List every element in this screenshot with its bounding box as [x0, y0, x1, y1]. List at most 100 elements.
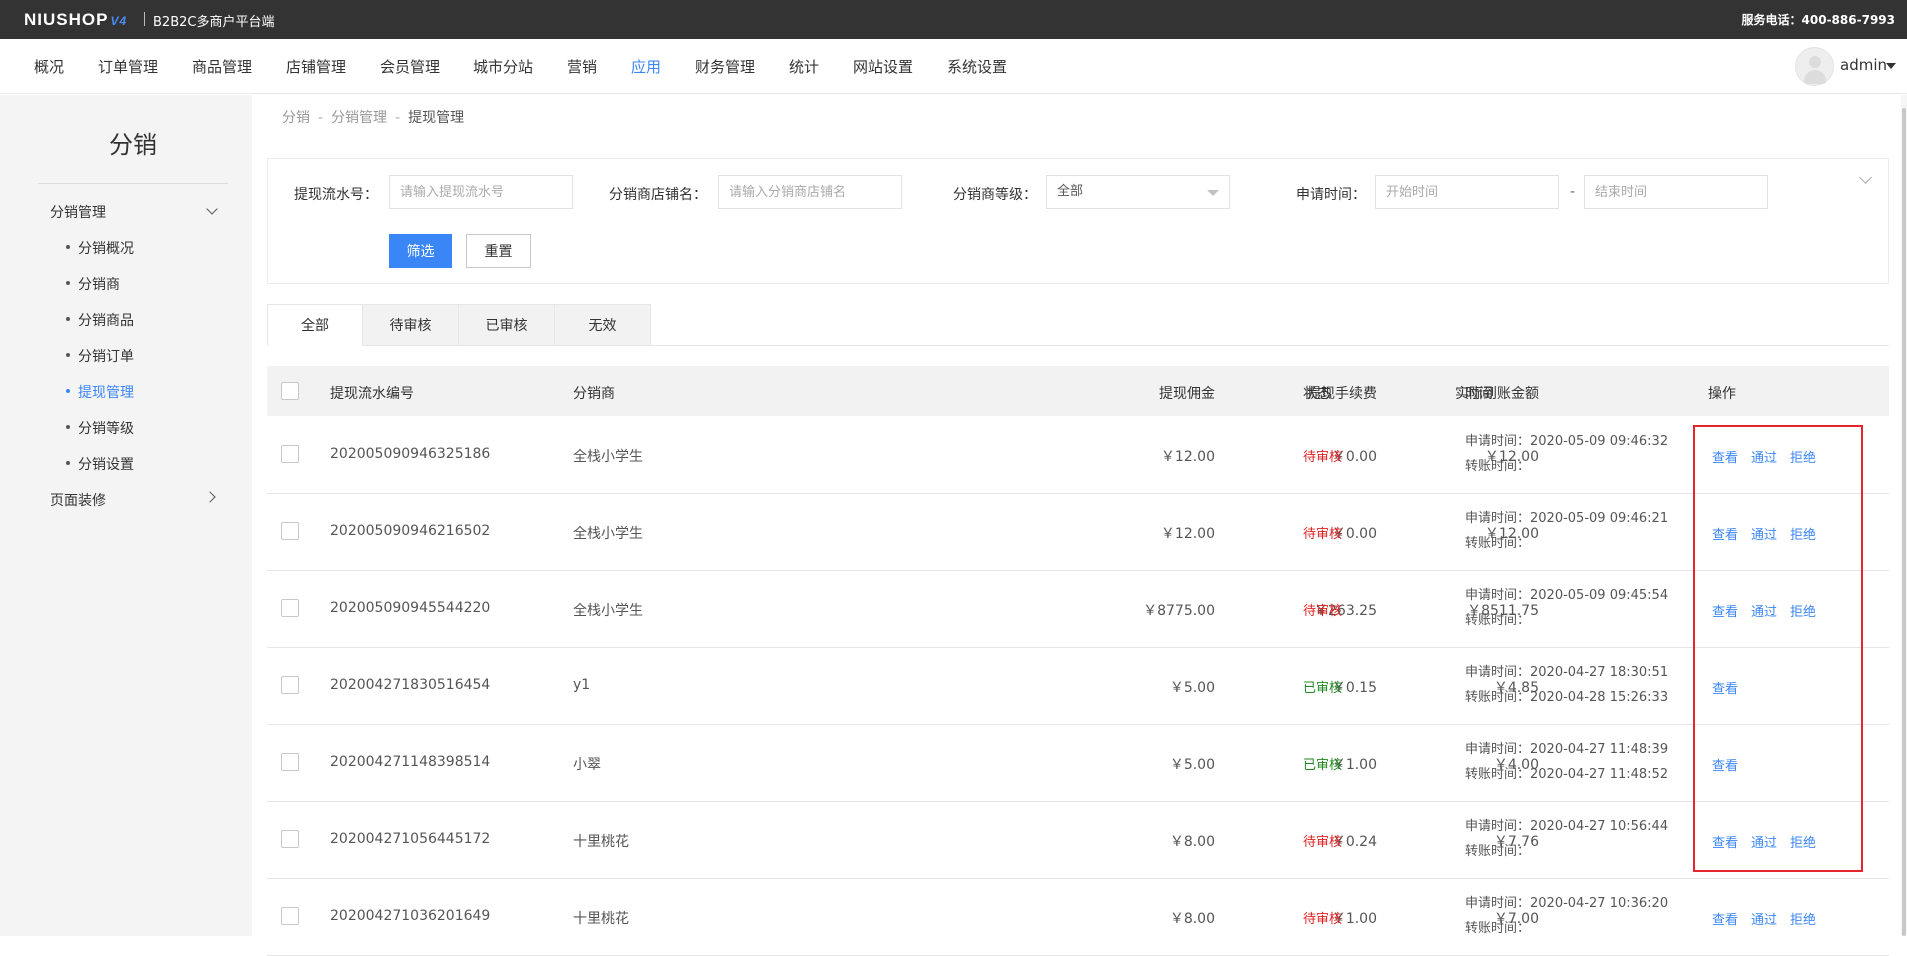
select-all-checkbox[interactable]	[281, 382, 299, 400]
chevron-right-icon[interactable]	[204, 491, 216, 503]
nav-item-city-sites[interactable]: 城市分站	[473, 56, 533, 77]
commission-amount: ￥12.00	[1160, 526, 1215, 542]
sidebar-item-distributors[interactable]: 分销商	[66, 274, 120, 294]
end-time-input[interactable]	[1584, 175, 1768, 209]
tab-pending[interactable]: 待审核	[363, 304, 459, 346]
nav-item-marketing[interactable]: 营销	[567, 56, 597, 77]
nav-item-orders[interactable]: 订单管理	[98, 56, 158, 77]
tab-approved[interactable]: 已审核	[459, 304, 555, 346]
status-badge: 已审核	[1303, 681, 1343, 696]
apply-time-prefix: 申请时间：	[1465, 819, 1531, 834]
serial-input[interactable]	[389, 175, 573, 209]
breadcrumb-item[interactable]: 分销	[282, 110, 310, 126]
commission-amount: ￥12.00	[1160, 449, 1215, 465]
view-link[interactable]: 查看	[1712, 524, 1738, 543]
sidebar-item-settings[interactable]: 分销设置	[66, 454, 134, 474]
tab-all[interactable]: 全部	[267, 304, 363, 346]
row-checkbox[interactable]	[281, 522, 299, 540]
serial-number: 202004271056445172	[330, 831, 491, 847]
row-checkbox[interactable]	[281, 599, 299, 617]
dropdown-arrow-icon	[1207, 190, 1219, 196]
nav-item-system-settings[interactable]: 系统设置	[947, 56, 1007, 77]
sidebar-item-levels[interactable]: 分销等级	[66, 418, 134, 438]
nav-item-site-settings[interactable]: 网站设置	[853, 56, 913, 77]
reject-link[interactable]: 拒绝	[1790, 601, 1816, 620]
breadcrumb-separator: -	[318, 110, 324, 126]
bullet-icon	[66, 281, 70, 285]
filter-button[interactable]: 筛选	[389, 234, 452, 268]
user-name[interactable]: admin	[1840, 56, 1887, 74]
reject-link[interactable]: 拒绝	[1790, 832, 1816, 851]
nav-item-goods[interactable]: 商品管理	[192, 56, 252, 77]
serial-number: 202004271148398514	[330, 754, 491, 770]
approve-link[interactable]: 通过	[1751, 832, 1777, 851]
row-checkbox[interactable]	[281, 830, 299, 848]
nav-item-finance[interactable]: 财务管理	[695, 56, 755, 77]
transfer-time: 转账时间：	[1465, 531, 1530, 556]
sidebar-item-goods[interactable]: 分销商品	[66, 310, 134, 330]
transfer-time: 转账时间：	[1465, 608, 1530, 633]
shop-name-input[interactable]	[718, 175, 902, 209]
transfer-time-prefix: 转账时间：	[1465, 459, 1531, 474]
view-link[interactable]: 查看	[1712, 755, 1738, 774]
reject-link[interactable]: 拒绝	[1790, 909, 1816, 928]
logo[interactable]: NIUSHOP V4	[24, 10, 127, 30]
logo-divider	[144, 12, 145, 26]
approve-link[interactable]: 通过	[1751, 524, 1777, 543]
reject-link[interactable]: 拒绝	[1790, 447, 1816, 466]
avatar[interactable]	[1795, 47, 1834, 86]
nav-item-stats[interactable]: 统计	[789, 56, 819, 77]
tab-invalid[interactable]: 无效	[555, 304, 651, 346]
status-badge: 已审核	[1303, 758, 1343, 773]
breadcrumb-separator: -	[395, 110, 401, 126]
view-link[interactable]: 查看	[1712, 601, 1738, 620]
apply-time-value: 2020-04-27 10:36:20	[1530, 896, 1669, 911]
view-link[interactable]: 查看	[1712, 678, 1738, 697]
nav-item-shops[interactable]: 店铺管理	[286, 56, 346, 77]
table-row: 202005090946325186 全栈小学生 ￥12.00 ￥0.00 ￥12.00…	[267, 417, 1889, 494]
row-checkbox[interactable]	[281, 907, 299, 925]
distributor-name: 十里桃花	[573, 911, 629, 927]
commission-amount: ￥8.00	[1169, 834, 1215, 850]
view-link[interactable]: 查看	[1712, 447, 1738, 466]
chevron-down-icon[interactable]	[1886, 63, 1896, 69]
reset-button[interactable]: 重置	[466, 234, 531, 268]
chevron-down-icon[interactable]	[206, 203, 218, 215]
collapse-chevron-icon[interactable]	[1859, 171, 1872, 184]
sidebar-item-overview[interactable]: 分销概况	[66, 238, 134, 258]
sidebar-group-page-decoration[interactable]: 页面装修	[50, 490, 106, 510]
nav-item-members[interactable]: 会员管理	[380, 56, 440, 77]
reject-link[interactable]: 拒绝	[1790, 524, 1816, 543]
scrollbar-thumb[interactable]	[1902, 108, 1906, 936]
sidebar-item-orders[interactable]: 分销订单	[66, 346, 134, 366]
bullet-icon	[66, 353, 70, 357]
header-serial: 提现流水编号	[330, 386, 414, 402]
view-link[interactable]: 查看	[1712, 832, 1738, 851]
header-actions: 操作	[1708, 386, 1736, 402]
row-checkbox[interactable]	[281, 445, 299, 463]
sidebar-item-withdrawals[interactable]: 提现管理	[66, 382, 134, 402]
nav-item-overview[interactable]: 概况	[34, 56, 64, 77]
apply-time-value: 2020-04-27 10:56:44	[1530, 819, 1669, 834]
header-status: 状态	[1303, 386, 1331, 402]
bullet-icon	[66, 317, 70, 321]
table-row: 202004271148398514 小翠 ￥5.00 ￥1.00 ￥4.00 已审核 申请…	[267, 725, 1889, 802]
transfer-time-value: 2020-04-28 15:26:33	[1530, 690, 1669, 705]
apply-time-value: 2020-05-09 09:46:21	[1530, 511, 1669, 526]
approve-link[interactable]: 通过	[1751, 909, 1777, 928]
row-checkbox[interactable]	[281, 753, 299, 771]
approve-link[interactable]: 通过	[1751, 447, 1777, 466]
approve-link[interactable]: 通过	[1751, 601, 1777, 620]
status-badge: 待审核	[1303, 527, 1343, 542]
breadcrumb-item[interactable]: 分销管理	[331, 110, 387, 126]
row-checkbox[interactable]	[281, 676, 299, 694]
view-link[interactable]: 查看	[1712, 909, 1738, 928]
breadcrumb: 分销 - 分销管理 - 提现管理	[282, 107, 464, 127]
serial-number: 202005090946325186	[330, 446, 491, 462]
level-select[interactable]: 全部	[1046, 175, 1230, 209]
nav-item-apps[interactable]: 应用	[631, 56, 661, 77]
main-nav: 概况 订单管理 商品管理 店铺管理 会员管理 城市分站 营销 应用 财务管理 统…	[0, 39, 1907, 94]
start-time-input[interactable]	[1375, 175, 1559, 209]
sidebar-group-distribution[interactable]: 分销管理	[50, 202, 106, 222]
transfer-time-prefix: 转账时间：	[1465, 536, 1531, 551]
